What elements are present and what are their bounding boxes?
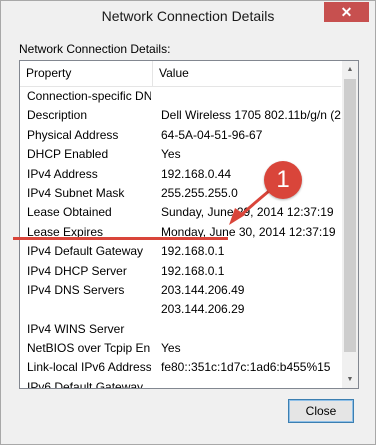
close-button[interactable]: Close <box>288 399 354 423</box>
annotation-arrow-icon <box>229 189 270 225</box>
annotation-badge: 1 <box>264 161 302 199</box>
dialog-window: Network Connection Details ✕ Network Con… <box>0 0 376 445</box>
